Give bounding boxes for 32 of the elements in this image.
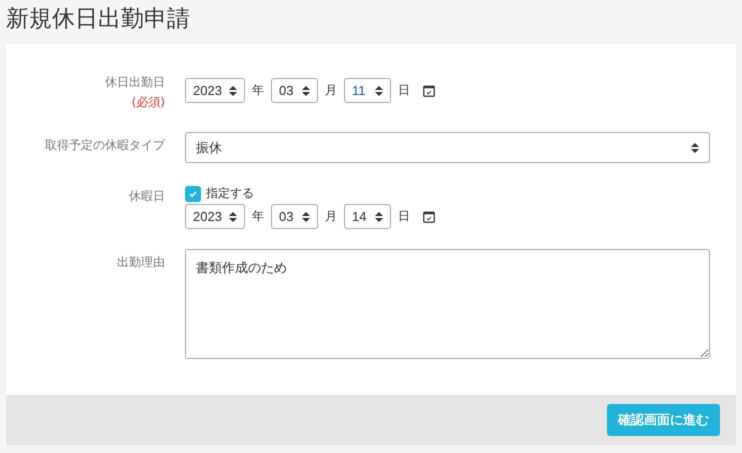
month-select[interactable]: 03 [271,204,318,229]
month-select[interactable]: 03 [271,78,318,103]
unit-label: 日 [398,82,410,99]
checkbox-label: 指定する [206,185,254,202]
sort-icon [691,142,699,152]
unit-label: 月 [325,82,337,99]
unit-label: 年 [252,208,264,225]
day-select[interactable]: 11 [344,78,391,103]
unit-label: 月 [325,208,337,225]
unit-label: 日 [398,208,410,225]
year-select[interactable]: 2023 [185,204,245,229]
checkbox[interactable] [185,186,201,202]
required-note: (必須) [130,94,165,111]
sort-icon [229,212,237,222]
sort-icon [302,212,310,222]
calendar-icon[interactable] [423,210,435,222]
unit-label: 年 [252,82,264,99]
page-title: 新規休日出勤申請 [5,5,191,34]
sort-icon [375,86,383,96]
leave-type-select[interactable]: 振休 [185,132,710,163]
sort-icon [302,86,310,96]
calendar-icon[interactable] [423,84,435,96]
field-label: 取得予定の休暇タイプ [44,137,165,154]
field-label: 出勤理由 [116,254,165,271]
sort-icon [375,212,383,222]
year-select[interactable]: 2023 [185,78,245,103]
reason-textarea[interactable]: 書類作成のため [185,249,710,359]
check-icon [188,188,198,198]
day-select[interactable]: 14 [344,204,391,229]
field-label: 休暇日 [128,188,165,205]
field-label: 休日出勤日 [104,74,165,91]
sort-icon [229,86,237,96]
